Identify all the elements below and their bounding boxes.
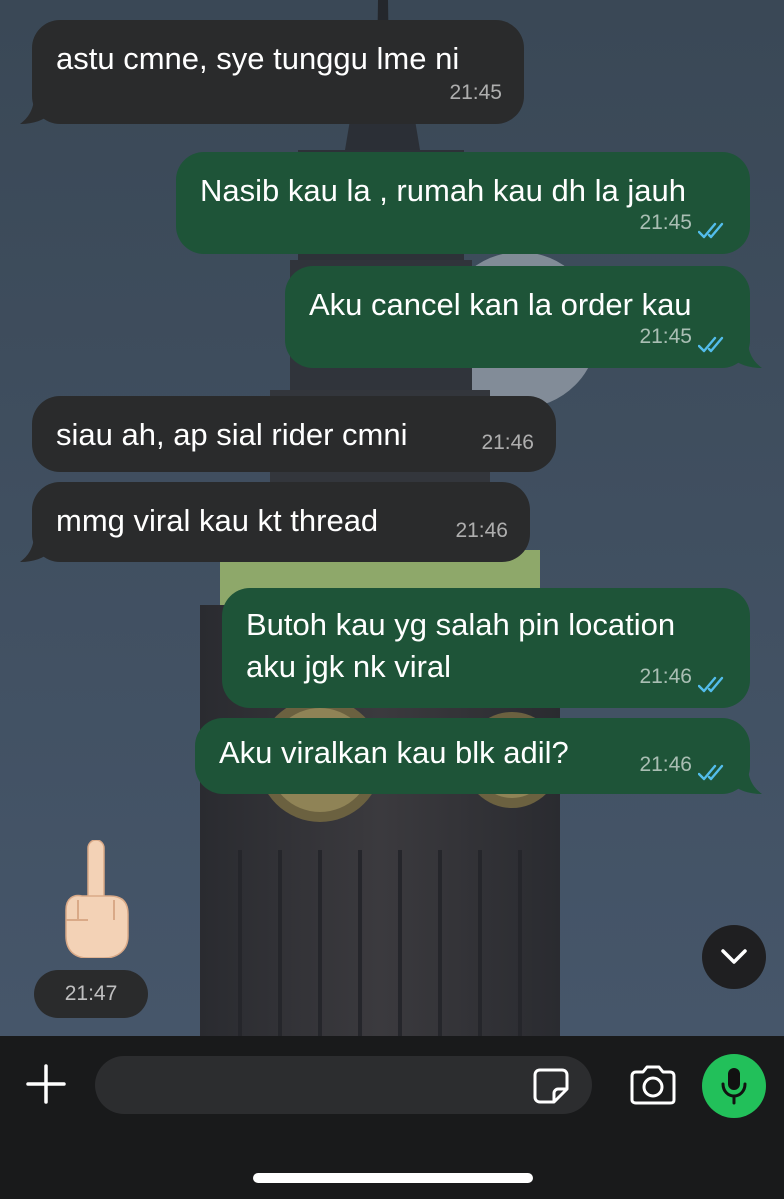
plus-icon[interactable]: [22, 1060, 70, 1108]
middle-finger-emoji[interactable]: [60, 840, 130, 958]
message-time: 21:46: [455, 519, 508, 542]
camera-icon[interactable]: [628, 1064, 678, 1106]
microphone-button[interactable]: [702, 1054, 766, 1118]
bubble-tail: [732, 340, 762, 368]
message-bubble-incoming[interactable]: siau ah, ap sial rider cmni 21:46: [32, 396, 556, 472]
read-receipt-icon: [698, 764, 724, 781]
message-text: mmg viral kau kt thread: [56, 503, 379, 538]
read-receipt-icon: [698, 676, 724, 693]
message-bubble-outgoing[interactable]: Aku cancel kan la order kau 21:45: [285, 266, 750, 368]
message-time: 21:46: [639, 753, 692, 776]
message-time: 21:47: [34, 970, 148, 1018]
message-time: 21:45: [639, 211, 692, 234]
read-receipt-icon: [698, 336, 724, 353]
message-time: 21:45: [639, 325, 692, 348]
message-text: astu cmne, sye tunggu lme ni: [56, 41, 460, 76]
message-text: Nasib kau la , rumah kau dh la jauh: [200, 173, 686, 208]
microphone-icon: [721, 1068, 747, 1105]
bubble-tail: [20, 96, 50, 124]
message-time: 21:46: [481, 431, 534, 454]
message-bubble-outgoing[interactable]: Aku viralkan kau blk adil? 21:46: [195, 718, 750, 794]
message-time: 21:46: [639, 665, 692, 688]
sticker-icon[interactable]: [532, 1067, 570, 1105]
message-text: Aku cancel kan la order kau: [309, 287, 692, 322]
bubble-tail: [20, 534, 50, 562]
message-time: 21:45: [449, 81, 502, 104]
message-text: Aku viralkan kau blk adil?: [219, 735, 569, 770]
message-bubble-outgoing[interactable]: Butoh kau yg salah pin location aku jgk …: [222, 588, 750, 708]
message-bubble-incoming[interactable]: mmg viral kau kt thread 21:46: [32, 482, 530, 562]
bubble-tail: [732, 766, 762, 794]
home-indicator[interactable]: [253, 1173, 533, 1183]
scroll-to-bottom-button[interactable]: [702, 925, 766, 989]
message-text: siau ah, ap sial rider cmni: [56, 417, 408, 452]
message-bubble-outgoing[interactable]: Nasib kau la , rumah kau dh la jauh 21:4…: [176, 152, 750, 254]
message-input[interactable]: [95, 1056, 592, 1114]
read-receipt-icon: [698, 222, 724, 239]
chevron-down-icon: [721, 949, 747, 964]
message-bubble-incoming[interactable]: astu cmne, sye tunggu lme ni 21:45: [32, 20, 524, 124]
